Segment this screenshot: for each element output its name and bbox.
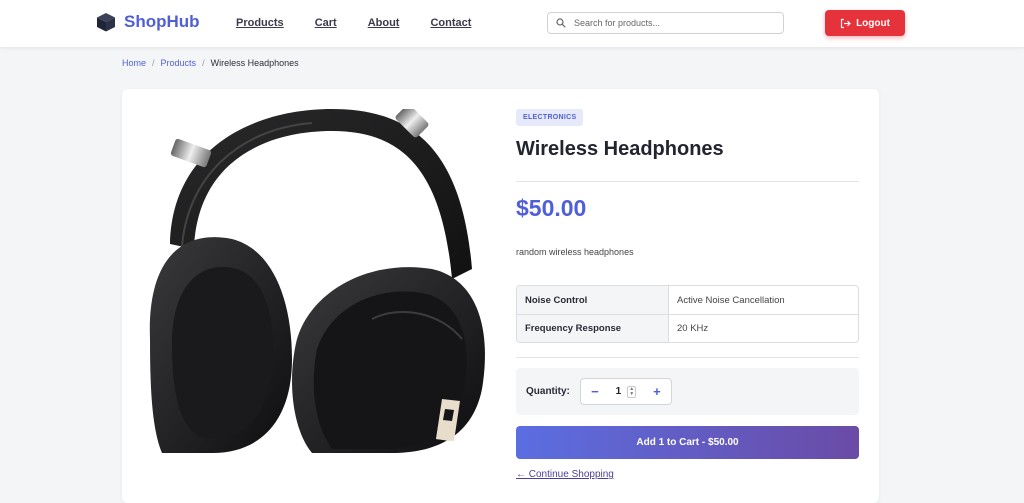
nav-link-cart[interactable]: Cart [315,17,337,29]
breadcrumb: Home / Products / Wireless Headphones [122,58,299,68]
product-card: ELECTRONICS Wireless Headphones $50.00 r… [122,89,879,503]
quantity-section: Quantity: − 1 ▲ ▼ + [516,368,859,415]
search-icon [556,18,566,28]
spec-key: Frequency Response [517,315,669,342]
quantity-label: Quantity: [526,386,570,397]
breadcrumb-products[interactable]: Products [161,58,197,68]
table-row: Noise Control Active Noise Cancellation [517,286,858,314]
breadcrumb-current: Wireless Headphones [210,58,299,68]
nav-link-products[interactable]: Products [236,17,284,29]
product-title: Wireless Headphones [516,138,724,160]
cube-icon [96,12,116,32]
divider [516,357,859,358]
breadcrumb-separator: / [152,58,155,68]
logout-button[interactable]: Logout [825,10,905,36]
main-nav: Products Cart About Contact [236,17,502,29]
divider [516,181,859,182]
add-to-cart-button[interactable]: Add 1 to Cart - $50.00 [516,426,859,459]
logout-icon [840,18,851,28]
spinner-arrows-icon[interactable]: ▲ ▼ [627,385,637,398]
search-input[interactable] [574,18,764,28]
brand-name: ShopHub [124,12,200,31]
product-image [142,109,487,453]
top-navbar: ShopHub Products Cart About Contact Logo… [0,0,1024,47]
quantity-input[interactable]: 1 ▲ ▼ [615,385,637,398]
breadcrumb-home[interactable]: Home [122,58,146,68]
category-badge: ELECTRONICS [516,109,584,126]
specs-table: Noise Control Active Noise Cancellation … [516,285,859,343]
quantity-stepper: − 1 ▲ ▼ + [579,378,672,405]
spec-value: 20 KHz [677,323,709,334]
product-price: $50.00 [516,195,587,221]
logout-label: Logout [856,17,890,29]
breadcrumb-separator: / [202,58,205,68]
increment-button[interactable]: + [651,384,663,399]
decrement-button[interactable]: − [589,384,601,399]
spec-value: Active Noise Cancellation [677,294,785,306]
continue-shopping-link[interactable]: ← Continue Shopping [516,469,614,480]
product-description: random wireless headphones [516,247,634,257]
quantity-value: 1 [615,386,622,397]
search-bar [547,12,784,34]
brand-logo[interactable]: ShopHub [96,12,200,32]
spec-key: Noise Control [517,286,669,314]
nav-link-about[interactable]: About [368,17,400,29]
nav-link-contact[interactable]: Contact [430,17,471,29]
table-row: Frequency Response 20 KHz [517,314,858,342]
